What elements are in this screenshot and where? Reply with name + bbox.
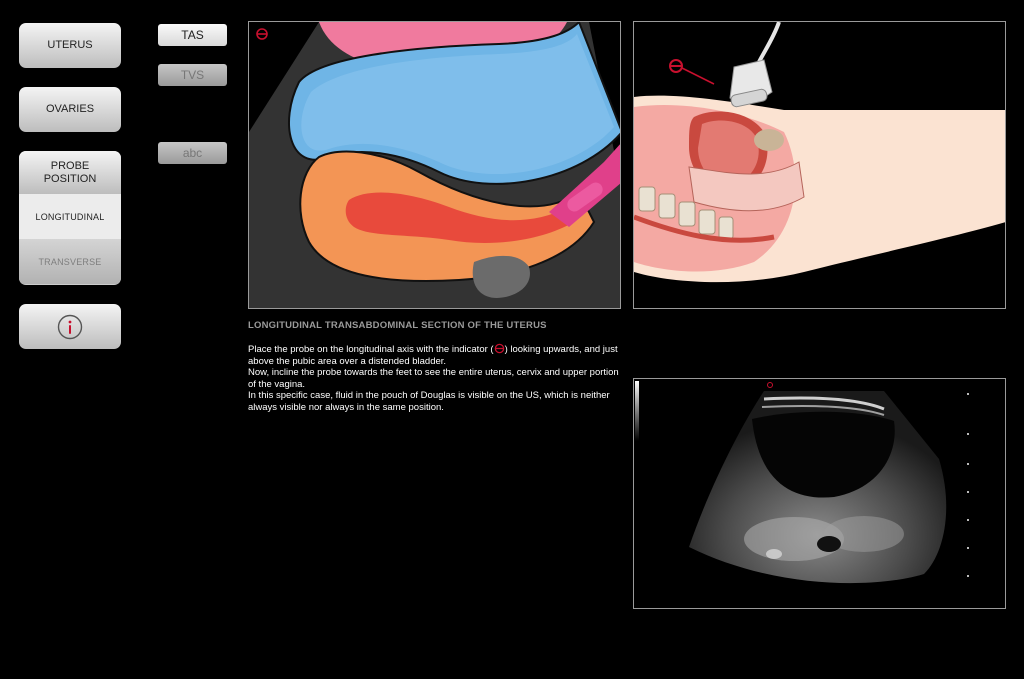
info-icon	[57, 314, 83, 339]
ovaries-button[interactable]: OVARIES	[19, 87, 121, 132]
description-line-2: Now, incline the probe towards the feet …	[248, 367, 619, 390]
abc-labels-button[interactable]: abc	[158, 142, 227, 164]
transverse-option[interactable]: TRANSVERSE	[19, 239, 121, 284]
ultrasound-image-panel	[633, 378, 1006, 609]
schematic-diagram-panel	[248, 21, 621, 309]
description-line-3: In this specific case, fluid in the pouc…	[248, 390, 610, 413]
indicator-inline-icon	[494, 343, 504, 354]
transverse-label: TRANSVERSE	[38, 256, 102, 267]
ultrasound-indicator-icon	[767, 382, 773, 388]
longitudinal-option[interactable]: LONGITUDINAL	[19, 194, 121, 239]
longitudinal-label: LONGITUDINAL	[35, 211, 105, 222]
ultrasound-scan-image	[635, 381, 969, 584]
ovaries-label: OVARIES	[45, 103, 95, 115]
transducer-probe-icon	[729, 22, 781, 108]
tas-label: TAS	[181, 28, 204, 42]
pelvic-anatomy-illustration	[634, 22, 1005, 283]
tvs-label: TVS	[180, 68, 205, 82]
probe-position-label: PROBE POSITION	[43, 159, 97, 185]
probe-indicator-icon-2	[669, 59, 715, 85]
tvs-button[interactable]: TVS	[158, 64, 227, 86]
probe-position-group: PROBE POSITION LONGITUDINAL TRANSVERSE	[19, 151, 121, 285]
uterus-button[interactable]: UTERUS	[19, 23, 121, 68]
info-button[interactable]	[19, 304, 121, 349]
probe-position-button[interactable]: PROBE POSITION	[19, 151, 121, 194]
section-title: LONGITUDINAL TRANSABDOMINAL SECTION OF T…	[248, 320, 547, 331]
uterus-label: UTERUS	[47, 39, 93, 51]
tas-button[interactable]: TAS	[158, 24, 227, 46]
longitudinal-section-diagram	[249, 22, 620, 298]
description-line-1: Place the probe on the longitudinal axis…	[248, 343, 618, 367]
abc-label: abc	[182, 146, 203, 160]
anatomy-illustration-panel	[633, 21, 1006, 309]
section-description: Place the probe on the longitudinal axis…	[248, 343, 628, 413]
